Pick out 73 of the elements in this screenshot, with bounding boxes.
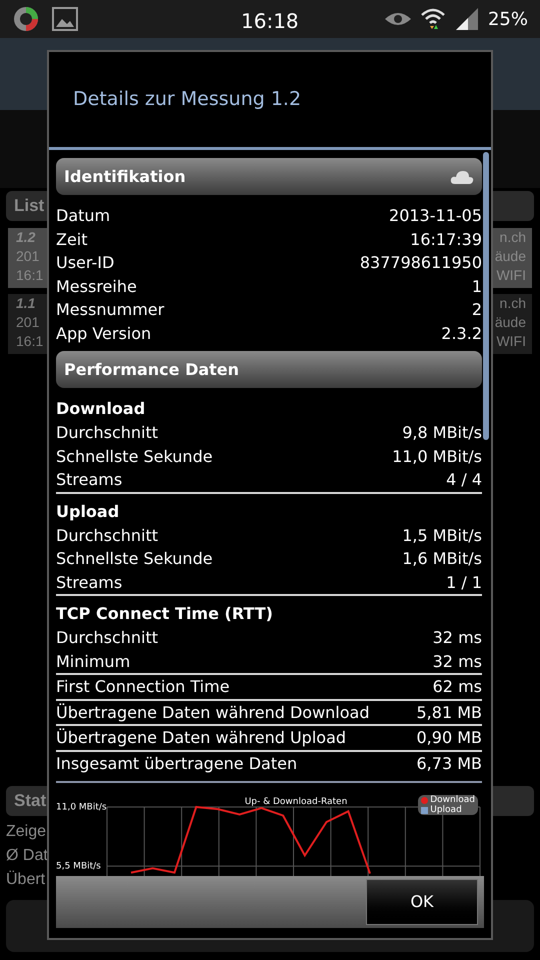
group-heading: Upload xyxy=(56,500,120,522)
field-value: 0,90 MB xyxy=(416,727,482,749)
field-value: 2 xyxy=(472,299,482,321)
field-value: 16:17:39 xyxy=(410,228,482,250)
app-logo-icon xyxy=(12,5,40,33)
chart-title: Up- & Download-Raten xyxy=(244,797,348,807)
wifi-icon xyxy=(420,6,446,32)
ok-button[interactable]: OK xyxy=(366,879,478,925)
group-heading: Download xyxy=(56,398,146,420)
field-label: Messnummer xyxy=(56,299,164,321)
measurement-number: 1.2 xyxy=(16,228,36,247)
field-value: 2013-11-05 xyxy=(389,205,482,227)
field-label: Schnellste Sekunde xyxy=(56,548,213,570)
field-value: 4 / 4 xyxy=(446,469,482,491)
measurement-number: 1.1 xyxy=(16,294,36,313)
row-text: n.ch xyxy=(500,294,526,313)
field-label: Schnellste Sekunde xyxy=(56,446,213,468)
field-value: 6,73 MB xyxy=(416,752,482,774)
section-header: Stat xyxy=(14,790,46,812)
field-value: 11,0 MBit/s xyxy=(392,446,482,468)
battery-level: 25% xyxy=(488,8,528,32)
field-value: 1 / 1 xyxy=(446,572,482,594)
section-title: Identifikation xyxy=(64,166,186,188)
field-label: Durchschnitt xyxy=(56,422,158,444)
field-label: Messreihe xyxy=(56,276,137,298)
field-label: Durchschnitt xyxy=(56,524,158,546)
field-value: 62 ms xyxy=(432,676,482,698)
measurement-time: 16:1 xyxy=(16,332,44,351)
field-value: 2.3.2 xyxy=(441,322,482,344)
image-icon xyxy=(52,7,78,31)
status-time: 16:18 xyxy=(241,8,299,35)
field-value: 32 ms xyxy=(432,627,482,649)
field-label: Durchschnitt xyxy=(56,627,158,649)
group-heading: TCP Connect Time (RTT) xyxy=(56,603,274,625)
cloud-icon xyxy=(450,168,474,184)
legend-label: Download xyxy=(430,795,475,805)
field-value: 837798611950 xyxy=(360,252,482,274)
eye-icon xyxy=(384,10,412,28)
row-text: n.ch xyxy=(500,228,526,247)
field-label: App Version xyxy=(56,322,152,344)
legend-label: Upload xyxy=(430,805,462,815)
field-label: Zeit xyxy=(56,228,88,250)
row-text: äude xyxy=(494,313,526,332)
row-text: WIFI xyxy=(496,266,526,285)
row-text: WIFI xyxy=(496,332,526,351)
field-value: 9,8 MBit/s xyxy=(402,422,482,444)
row-text: äude xyxy=(494,247,526,266)
measurement-date: 201 xyxy=(16,313,40,332)
field-value: 5,81 MB xyxy=(416,702,482,724)
field-value: 1,6 MBit/s xyxy=(402,548,482,570)
field-value: 32 ms xyxy=(432,650,482,672)
field-label: Minimum xyxy=(56,650,130,672)
field-value: 1,5 MBit/s xyxy=(402,524,482,546)
field-label: User-ID xyxy=(56,252,114,274)
dialog-title: Details zur Messung 1.2 xyxy=(73,87,302,112)
field-label: Insgesamt übertragene Daten xyxy=(56,752,298,774)
measurement-time: 16:1 xyxy=(16,266,44,285)
field-label: Streams xyxy=(56,572,122,594)
field-label: Datum xyxy=(56,205,110,227)
field-label: First Connection Time xyxy=(56,676,230,698)
section-title: Performance Daten xyxy=(64,358,240,380)
stats-label: Zeige xyxy=(6,822,46,842)
field-label: Übertragene Daten während Upload xyxy=(56,727,346,749)
measurement-date: 201 xyxy=(16,247,40,266)
stats-label: Ø Dat xyxy=(6,846,48,866)
y-tick-label: 11,0 MBit/s xyxy=(56,802,107,812)
y-tick-label: 5,5 MBit/s xyxy=(56,862,101,872)
field-label: Streams xyxy=(56,469,122,491)
signal-icon xyxy=(454,7,480,31)
section-header: List xyxy=(14,195,44,218)
field-value: 1 xyxy=(472,276,482,298)
stats-label: Übert xyxy=(6,870,46,890)
field-label: Übertragene Daten während Download xyxy=(56,702,370,724)
